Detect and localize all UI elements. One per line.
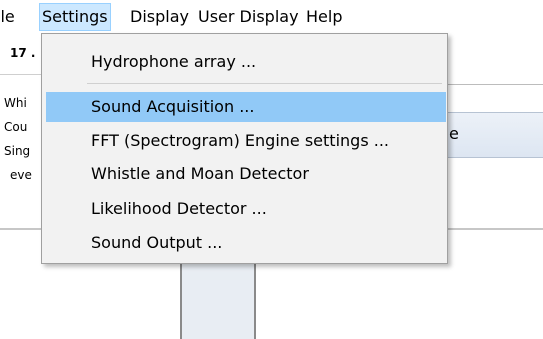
menu-item-label: Likelihood Detector ...	[91, 199, 267, 218]
left-panel-row: Whi	[4, 96, 27, 110]
menu-user-display[interactable]: User Display	[198, 3, 299, 31]
menu-bar: ile Settings Display User Display Help	[0, 0, 543, 34]
menu-settings[interactable]: Settings	[39, 3, 111, 31]
menu-item-sound-output[interactable]: Sound Output ...	[46, 228, 446, 258]
menu-display[interactable]: Display	[130, 3, 189, 31]
menu-file[interactable]: ile	[0, 3, 15, 31]
left-panel-row: eve	[10, 168, 32, 182]
menu-item-label: Whistle and Moan Detector	[91, 164, 309, 183]
left-panel-title: 17 .	[10, 46, 36, 60]
side-strip	[182, 262, 254, 339]
menu-item-likelihood-detector[interactable]: Likelihood Detector ...	[46, 194, 446, 224]
settings-menu: Hydrophone array ... Sound Acquisition .…	[41, 33, 448, 264]
menu-item-fft-engine-settings[interactable]: FFT (Spectrogram) Engine settings ...	[46, 126, 446, 156]
panel-header	[446, 112, 543, 158]
menu-help[interactable]: Help	[306, 3, 342, 31]
left-panel-row: Sing	[4, 144, 31, 158]
menu-item-label: Sound Acquisition ...	[91, 97, 255, 116]
menu-item-hydrophone-array[interactable]: Hydrophone array ...	[46, 47, 446, 77]
menu-separator	[87, 83, 442, 84]
menu-item-label: Hydrophone array ...	[91, 52, 257, 71]
left-panel-row: Cou	[4, 120, 28, 134]
menu-item-sound-acquisition[interactable]: Sound Acquisition ...	[46, 92, 446, 122]
menu-item-label: Sound Output ...	[91, 233, 223, 252]
menu-item-label: FFT (Spectrogram) Engine settings ...	[91, 131, 389, 150]
divider	[254, 262, 256, 339]
toolbar-area	[446, 44, 543, 85]
panel-header-text: e	[449, 124, 459, 143]
menu-item-whistle-moan-detector[interactable]: Whistle and Moan Detector	[46, 159, 446, 189]
